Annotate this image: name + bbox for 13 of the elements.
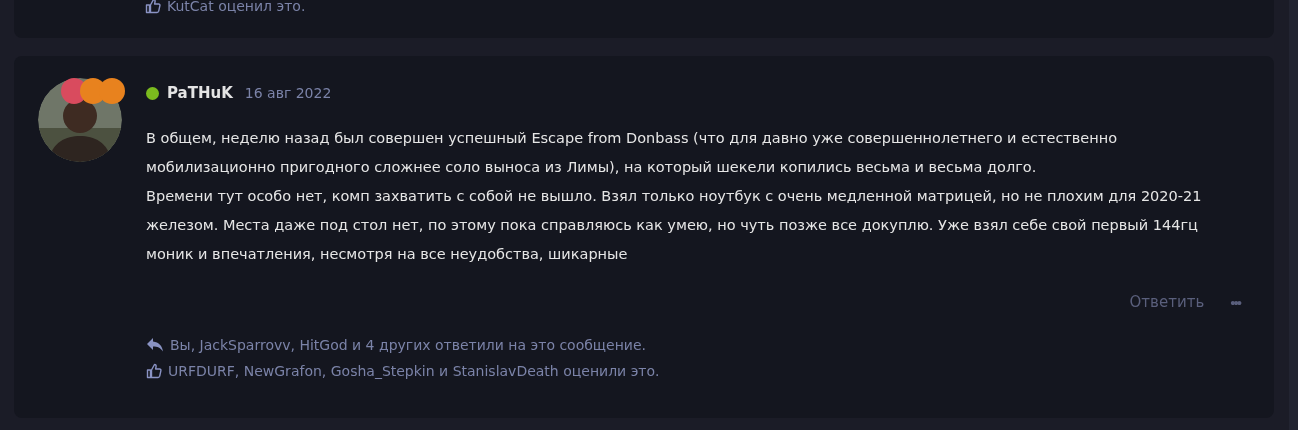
reply-icon [146,337,164,353]
post-paragraph: Времени тут особо нет, комп захватить с собой не вышло. Взял только ноутбук с очень медленной матрицей, но не плохим для 2020-21 железом. Места даже под стол нет, по этому пока справляюсь как умею, но чуть позже все докуплю. Уже взял себе свой первый 144гц моник и впечатления, несмотря на все неудобства, шикарные [146,187,1203,264]
reactions-text: KutCat оценил это. [167,0,306,14]
post-paragraph: В общем, неделю назад был совершен успешный Escape from Donbass (что для давно уже совершеннолетнего и естественно мобилизационно пригодного сложнее соло выноса из Лимы), на который шекели копились весьма и весьма долго. [146,129,1119,177]
replies-text: Вы, JackSparrovv, HitGod и 4 других ответили на это сообщение. [170,337,646,353]
reply-button[interactable]: Ответить [1129,293,1205,311]
reactions-text: URFDURF, NewGrafon, Gosha_Stepkin и StanislavDeath оценили это. [168,363,660,379]
thumbs-up-icon [146,363,162,379]
award-badge-icon[interactable] [99,78,125,104]
author-name[interactable]: PaTHuK [167,84,233,102]
more-button[interactable]: ••• [1230,293,1240,311]
post-date[interactable]: 16 авг 2022 [244,85,332,101]
thumbs-up-icon [145,0,161,14]
